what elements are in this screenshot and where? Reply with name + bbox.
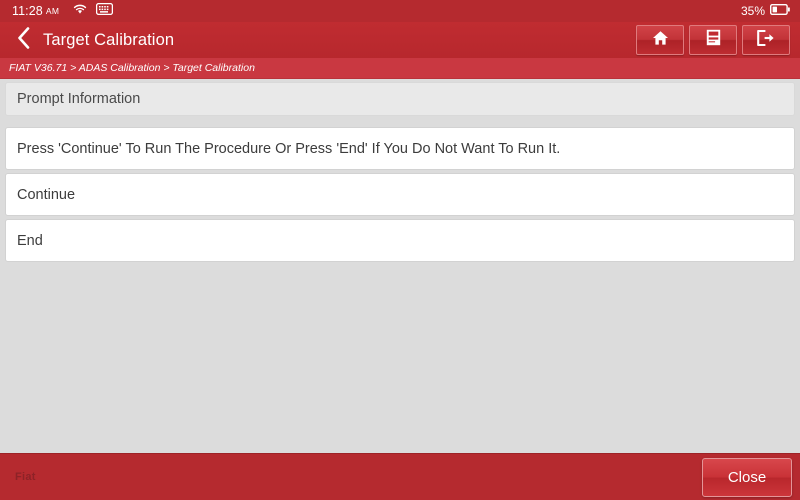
exit-button[interactable] <box>742 25 790 55</box>
title-bar-toolbar <box>636 25 800 55</box>
content-area: Prompt Information Press 'Continue' To R… <box>0 79 800 453</box>
wifi-icon <box>73 2 87 20</box>
status-bar-right: 35% <box>741 2 790 20</box>
title-bar: Target Calibration <box>0 22 800 58</box>
close-button[interactable]: Close <box>702 457 792 497</box>
report-button[interactable] <box>689 25 737 55</box>
chevron-left-icon <box>17 26 30 54</box>
option-row-continue[interactable]: Continue <box>5 173 795 216</box>
battery-icon <box>769 2 790 20</box>
status-time: 11:28 <box>12 4 43 18</box>
status-time-ampm: AM <box>45 6 60 16</box>
brand-label: Fiat <box>15 471 36 483</box>
option-row-end[interactable]: End <box>5 219 795 262</box>
page-title: Target Calibration <box>43 30 175 49</box>
bottom-bar: Fiat Close <box>0 453 800 500</box>
status-bar-left: 11:28 AM <box>12 2 114 20</box>
prompt-information-header: Prompt Information <box>5 82 795 116</box>
exit-icon <box>757 29 775 51</box>
home-button[interactable] <box>636 25 684 55</box>
battery-percent-label: 35% <box>740 4 765 18</box>
report-icon <box>706 29 721 51</box>
status-icon-group <box>73 2 114 20</box>
back-button[interactable] <box>11 25 35 55</box>
home-icon <box>652 30 669 51</box>
prompt-message: Press 'Continue' To Run The Procedure Or… <box>5 127 795 170</box>
breadcrumb: FIAT V36.71 > ADAS Calibration > Target … <box>0 58 800 79</box>
keyboard-icon <box>96 2 114 20</box>
app-root: 11:28 AM 35% Target Calibration FIAT V36… <box>0 0 800 500</box>
status-bar: 11:28 AM 35% <box>0 0 800 22</box>
